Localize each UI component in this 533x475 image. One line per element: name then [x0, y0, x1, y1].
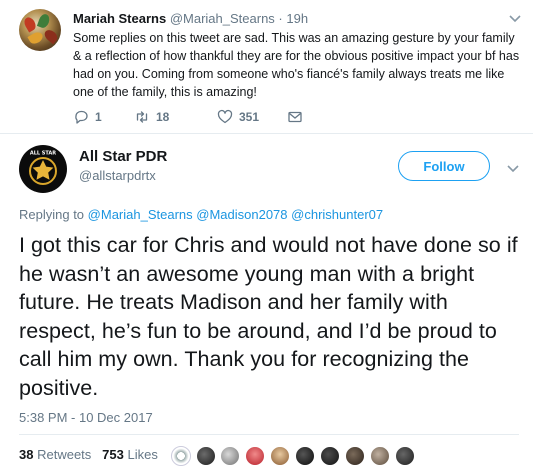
likes-stat[interactable]: 753 Likes — [102, 447, 158, 462]
divider — [19, 434, 519, 435]
avatar[interactable] — [345, 446, 365, 466]
reply-tweet: Mariah Stearns @Mariah_Stearns · 19h Som… — [0, 0, 533, 134]
replying-prefix: Replying to — [19, 207, 85, 222]
reply-count: 1 — [95, 110, 102, 124]
mention-link[interactable]: @chrishunter07 — [291, 207, 383, 222]
heart-icon — [217, 109, 233, 124]
author-name[interactable]: Mariah Stearns — [73, 11, 166, 26]
mention-link[interactable]: @Madison2078 — [196, 207, 287, 222]
chevron-down-icon[interactable] — [505, 160, 521, 176]
likes-count: 753 — [102, 447, 124, 462]
avatar[interactable]: ALL STAR — [19, 145, 67, 193]
avatar[interactable] — [171, 446, 191, 466]
message-action[interactable] — [287, 109, 303, 125]
avatar[interactable] — [245, 446, 265, 466]
reply-header: Mariah Stearns @Mariah_Stearns · 19h — [73, 11, 308, 26]
envelope-icon — [288, 111, 302, 123]
avatar[interactable] — [220, 446, 240, 466]
avatar[interactable] — [295, 446, 315, 466]
author-handle[interactable]: @allstarpdrtx — [79, 168, 156, 183]
reply-action[interactable]: 1 — [73, 109, 102, 125]
avatar[interactable] — [270, 446, 290, 466]
tweet-actions: 1 18 351 — [73, 109, 313, 125]
retweets-label: Retweets — [37, 447, 92, 462]
avatar[interactable] — [19, 9, 61, 51]
mention-link[interactable]: @Mariah_Stearns — [88, 207, 193, 222]
retweet-count: 18 — [156, 110, 170, 124]
retweets-count: 38 — [19, 447, 34, 462]
likes-label: Likes — [127, 447, 158, 462]
avatar[interactable] — [370, 446, 390, 466]
avatar[interactable] — [196, 446, 216, 466]
like-count: 351 — [239, 110, 260, 124]
tweet-text: I got this car for Chris and would not h… — [19, 233, 518, 400]
tweet-time[interactable]: 19h — [286, 11, 308, 26]
replying-to: Replying to @Mariah_Stearns @Madison2078… — [19, 207, 383, 222]
tweet-timestamp[interactable]: 5:38 PM - 10 Dec 2017 — [19, 410, 153, 425]
chevron-down-icon[interactable] — [507, 10, 523, 26]
reply-icon — [75, 110, 88, 124]
author-handle[interactable]: @Mariah_Stearns — [170, 11, 275, 26]
separator-dot: · — [278, 11, 283, 26]
follow-button[interactable]: Follow — [398, 151, 490, 181]
star-logo-icon: ALL STAR — [20, 146, 66, 192]
retweet-action[interactable]: 18 — [134, 109, 169, 125]
avatar[interactable] — [320, 446, 340, 466]
tweet-stats: 38 Retweets 753 Likes — [19, 447, 158, 462]
retweets-stat[interactable]: 38 Retweets — [19, 447, 91, 462]
tweet-text: Some replies on this tweet are sad. This… — [73, 31, 520, 99]
author-name[interactable]: All Star PDR — [79, 148, 167, 165]
avatar-text: ALL STAR — [30, 151, 56, 157]
like-action[interactable]: 351 — [217, 109, 259, 125]
avatar[interactable] — [395, 446, 415, 466]
retweet-icon — [136, 111, 148, 123]
